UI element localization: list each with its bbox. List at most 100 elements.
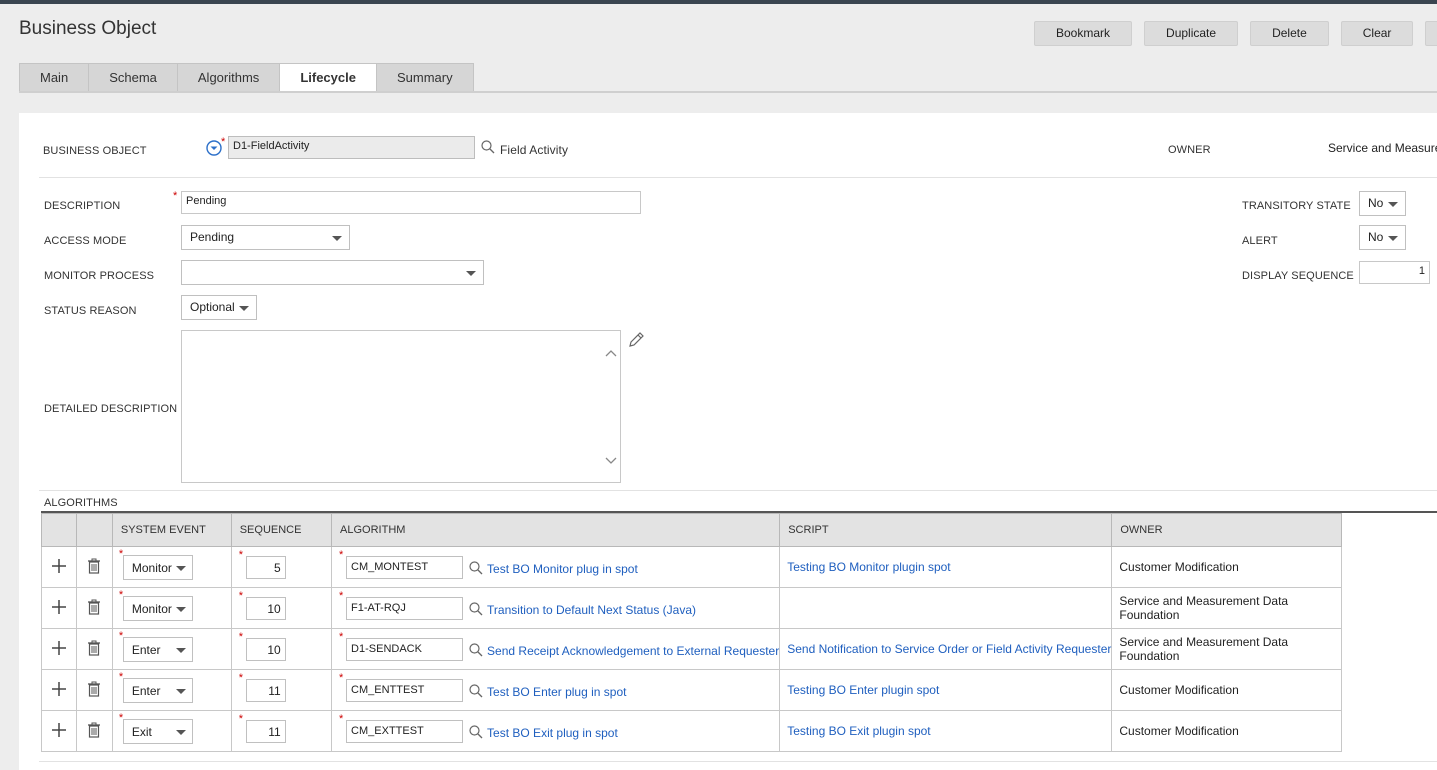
required-marker: *: [238, 630, 243, 643]
search-icon[interactable]: [469, 642, 483, 660]
sequence-input[interactable]: 5: [245, 555, 286, 579]
alert-value: No: [1368, 230, 1384, 244]
business-object-description: Field Activity: [500, 143, 569, 157]
tab-algorithms[interactable]: Algorithms: [176, 63, 280, 92]
tab-lifecycle[interactable]: Lifecycle: [279, 63, 376, 92]
required-marker: *: [339, 589, 344, 602]
delete-cell: [76, 710, 113, 752]
sequence-cell: * 5: [230, 546, 333, 588]
algorithm-input[interactable]: D1-SENDACK: [346, 637, 464, 661]
detailed-description-label: DETAILED DESCRIPTION: [44, 403, 178, 415]
pencil-icon[interactable]: [627, 331, 645, 352]
monitor-process-select[interactable]: [181, 260, 484, 285]
delete-button[interactable]: Delete: [1250, 21, 1329, 46]
algorithm-input[interactable]: CM_EXTTEST: [346, 719, 464, 743]
scroll-up-icon[interactable]: [605, 346, 617, 360]
script-cell: Testing BO Monitor plugin spot: [779, 546, 1113, 588]
algorithm-description-link[interactable]: Test BO Enter plug in spot: [487, 685, 626, 699]
chevron-down-icon: [175, 688, 186, 694]
lifecycle-panel: BUSINESS OBJECT * D1-FieldActivity Field…: [19, 113, 1437, 770]
search-icon[interactable]: [481, 140, 495, 157]
save-button[interactable]: S: [1425, 21, 1437, 46]
tab-divider: [19, 91, 1437, 93]
transitory-state-select[interactable]: No: [1359, 191, 1406, 216]
sequence-cell: * 11: [230, 669, 333, 711]
add-icon[interactable]: [51, 558, 67, 577]
column-header-delete: [76, 513, 113, 547]
table-row: * Enter * 10 * D1-SENDACK Send Receipt A…: [40, 628, 1342, 670]
owner-cell: Service and Measurement Data Foundation: [1111, 587, 1342, 629]
script-cell: Testing BO Enter plugin spot: [779, 669, 1113, 711]
required-marker: *: [238, 548, 243, 561]
table-row: * Monitor * 10 * F1-AT-RQJ Transition to…: [40, 587, 1342, 629]
add-icon[interactable]: [51, 640, 67, 659]
description-label: DESCRIPTION: [44, 200, 121, 212]
algorithm-description-link[interactable]: Test BO Exit plug in spot: [487, 726, 618, 740]
required-marker: *: [173, 190, 178, 202]
system-event-select[interactable]: Exit: [122, 718, 193, 744]
status-reason-value: Optional: [190, 300, 235, 314]
algorithm-description-link[interactable]: Test BO Monitor plug in spot: [487, 562, 638, 576]
system-event-select[interactable]: Enter: [122, 636, 193, 662]
add-icon[interactable]: [51, 599, 67, 618]
access-mode-label: ACCESS MODE: [44, 235, 127, 247]
tab-main[interactable]: Main: [19, 63, 89, 92]
algorithm-description-link[interactable]: Send Receipt Acknowledgement to External…: [487, 644, 779, 658]
owner-cell: Customer Modification: [1111, 710, 1342, 752]
alert-select[interactable]: No: [1359, 225, 1406, 250]
search-icon[interactable]: [469, 683, 483, 701]
expand-icon[interactable]: [206, 140, 222, 159]
script-link[interactable]: Testing BO Exit plugin spot: [787, 724, 930, 738]
clear-button[interactable]: Clear: [1340, 21, 1414, 46]
bookmark-button[interactable]: Bookmark: [1034, 21, 1133, 46]
search-icon[interactable]: [469, 601, 483, 619]
chevron-down-icon: [175, 647, 186, 653]
access-mode-value: Pending: [190, 230, 235, 244]
status-reason-select[interactable]: Optional: [181, 295, 257, 320]
description-input[interactable]: Pending: [181, 191, 641, 214]
script-link[interactable]: Testing BO Monitor plugin spot: [787, 560, 950, 574]
tab-summary[interactable]: Summary: [375, 63, 474, 92]
owner-label: OWNER: [1168, 144, 1211, 156]
tab-bar: Main Schema Algorithms Lifecycle Summary: [19, 63, 474, 92]
trash-icon[interactable]: [87, 599, 101, 618]
script-cell: Testing BO Exit plugin spot: [779, 710, 1113, 752]
detailed-description-textarea[interactable]: [181, 330, 621, 483]
top-bar: [0, 0, 1437, 4]
algorithm-cell: * CM_EXTTEST Test BO Exit plug in spot: [331, 710, 781, 752]
algorithm-input[interactable]: F1-AT-RQJ: [346, 596, 464, 620]
algorithm-input[interactable]: CM_ENTTEST: [346, 678, 464, 702]
add-cell: [40, 710, 78, 752]
add-icon[interactable]: [51, 722, 67, 741]
delete-cell: [76, 587, 113, 629]
script-cell: Send Notification to Service Order or Fi…: [779, 628, 1113, 670]
sequence-input[interactable]: 10: [245, 637, 286, 661]
algorithm-input[interactable]: CM_MONTEST: [346, 555, 464, 579]
tab-schema[interactable]: Schema: [88, 63, 177, 92]
add-icon[interactable]: [51, 681, 67, 700]
search-icon[interactable]: [469, 560, 483, 578]
display-sequence-input[interactable]: 1: [1359, 261, 1430, 284]
search-icon[interactable]: [469, 724, 483, 742]
delete-cell: [76, 628, 113, 670]
script-link[interactable]: Testing BO Enter plugin spot: [787, 683, 939, 697]
sequence-input[interactable]: 11: [245, 719, 286, 743]
trash-icon[interactable]: [87, 558, 101, 577]
owner-value: Customer Modification: [1119, 560, 1239, 574]
duplicate-button[interactable]: Duplicate: [1144, 21, 1239, 46]
trash-icon[interactable]: [87, 722, 101, 741]
business-object-field[interactable]: D1-FieldActivity: [228, 136, 475, 159]
event-cell: * Monitor: [111, 546, 232, 588]
system-event-value: Monitor: [131, 601, 172, 616]
sequence-input[interactable]: 10: [245, 596, 286, 620]
access-mode-select[interactable]: Pending: [181, 225, 350, 250]
scroll-down-icon[interactable]: [605, 454, 617, 468]
system-event-select[interactable]: Monitor: [122, 595, 193, 621]
system-event-select[interactable]: Monitor: [122, 554, 193, 580]
sequence-input[interactable]: 11: [245, 678, 286, 702]
algorithm-description-link[interactable]: Transition to Default Next Status (Java): [487, 603, 696, 617]
trash-icon[interactable]: [87, 640, 101, 659]
trash-icon[interactable]: [87, 681, 101, 700]
system-event-select[interactable]: Enter: [122, 677, 193, 703]
script-link[interactable]: Send Notification to Service Order or Fi…: [787, 642, 1111, 656]
